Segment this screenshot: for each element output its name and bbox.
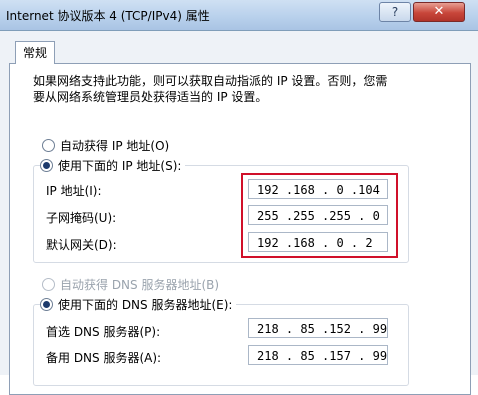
- tab-general[interactable]: 常规: [15, 41, 55, 64]
- highlight-box: [241, 173, 398, 258]
- dns-auto-option[interactable]: 自动获得 DNS 服务器地址(B): [42, 276, 219, 293]
- ip-manual-radio[interactable]: [40, 159, 53, 172]
- dns-manual-label: 使用下面的 DNS 服务器地址(E):: [58, 298, 233, 312]
- alternate-dns-label: 备用 DNS 服务器(A):: [46, 351, 162, 365]
- close-button[interactable]: ✕: [413, 2, 465, 22]
- ip-auto-option[interactable]: 自动获得 IP 地址(O): [42, 137, 169, 154]
- default-gateway-label: 默认网关(D):: [46, 238, 117, 252]
- dns-manual-option[interactable]: 使用下面的 DNS 服务器地址(E):: [40, 296, 237, 313]
- preferred-dns-field[interactable]: 218 . 85 .152 . 99: [248, 318, 388, 338]
- description-line-2: 要从网络系统管理员处获得适当的 IP 设置。: [33, 90, 268, 104]
- window-title: Internet 协议版本 4 (TCP/IPv4) 属性: [6, 9, 210, 23]
- ip-manual-label: 使用下面的 IP 地址(S):: [58, 159, 182, 173]
- help-button[interactable]: ?: [379, 2, 411, 22]
- subnet-mask-label: 子网掩码(U):: [46, 211, 117, 225]
- title-bar: Internet 协议版本 4 (TCP/IPv4) 属性 ? ✕: [0, 0, 478, 31]
- ip-manual-option[interactable]: 使用下面的 IP 地址(S):: [40, 157, 186, 174]
- ip-auto-label: 自动获得 IP 地址(O): [60, 139, 170, 153]
- dns-manual-radio[interactable]: [40, 298, 53, 311]
- dns-auto-radio[interactable]: [42, 278, 55, 291]
- description-line-1: 如果网络支持此功能，则可以获取自动指派的 IP 设置。否则，您需: [33, 74, 388, 88]
- preferred-dns-label: 首选 DNS 服务器(P):: [46, 325, 161, 339]
- ip-auto-radio[interactable]: [42, 139, 55, 152]
- ip-address-label: IP 地址(I):: [46, 184, 102, 198]
- description-text: 如果网络支持此功能，则可以获取自动指派的 IP 设置。否则，您需 要从网络系统管…: [33, 73, 453, 105]
- alternate-dns-field[interactable]: 218 . 85 .157 . 99: [248, 345, 388, 365]
- dns-auto-label: 自动获得 DNS 服务器地址(B): [60, 278, 220, 292]
